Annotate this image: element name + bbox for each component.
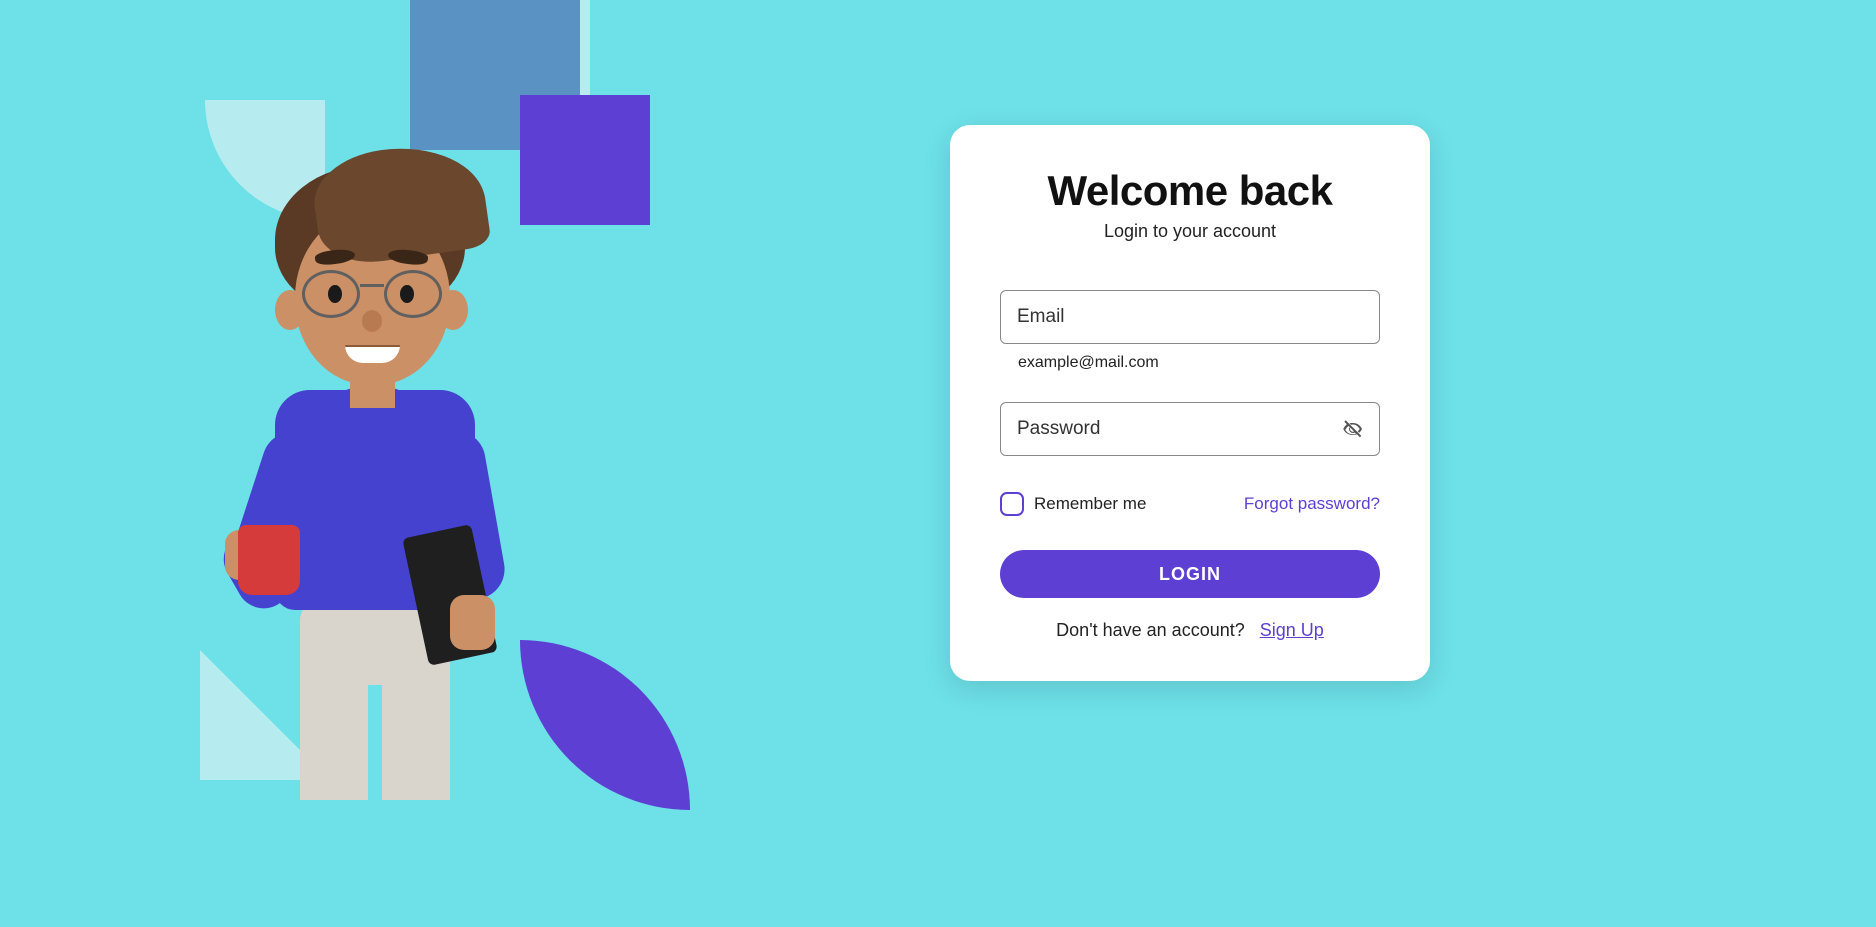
password-field-wrapper: [1000, 402, 1380, 456]
decor-purple-leaf: [520, 640, 690, 810]
card-subtitle: Login to your account: [1000, 221, 1380, 242]
signup-prompt: Don't have an account?: [1056, 620, 1245, 640]
toggle-password-visibility-button[interactable]: [1340, 416, 1366, 442]
remember-me-checkbox[interactable]: [1000, 492, 1024, 516]
email-field-wrapper: [1000, 290, 1380, 344]
card-title: Welcome back: [1000, 167, 1380, 215]
signup-link[interactable]: Sign Up: [1260, 620, 1324, 640]
eye-off-icon: [1341, 417, 1365, 441]
email-helper-text: example@mail.com: [1018, 354, 1380, 372]
character-illustration: [220, 130, 520, 780]
decor-purple-square: [520, 95, 650, 225]
signup-row: Don't have an account? Sign Up: [1000, 620, 1380, 641]
login-card: Welcome back Login to your account examp…: [950, 125, 1430, 681]
remember-me-label: Remember me: [1034, 494, 1146, 514]
options-row: Remember me Forgot password?: [1000, 492, 1380, 516]
forgot-password-link[interactable]: Forgot password?: [1244, 494, 1380, 514]
email-input[interactable]: [1000, 290, 1380, 344]
login-button[interactable]: LOGIN: [1000, 550, 1380, 598]
password-input[interactable]: [1000, 402, 1380, 456]
remember-me-group: Remember me: [1000, 492, 1146, 516]
